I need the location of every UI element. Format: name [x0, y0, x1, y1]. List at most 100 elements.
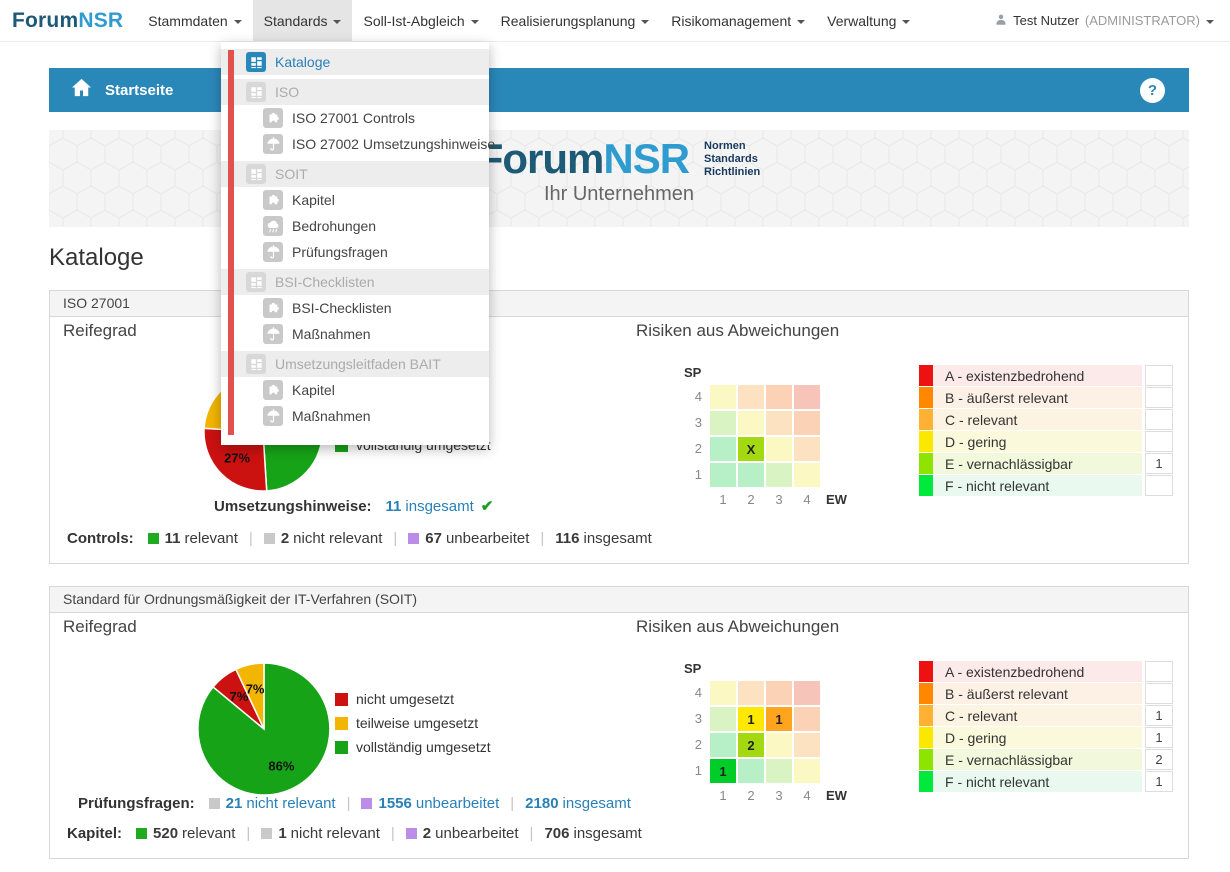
panel-soit: Standard für Ordnungsmäßigkeit der IT-Ve… — [49, 586, 1189, 859]
dropdown-item-prüfungsfragen[interactable]: Prüfungsfragen — [221, 239, 489, 265]
stat-label-text: relevant — [185, 530, 238, 547]
risk-matrix-mark: 1 — [719, 764, 726, 779]
chevron-down-icon — [1206, 20, 1214, 24]
dropdown-item-label: BSI-Checklisten — [292, 300, 392, 316]
company-name: Ihr Unternehmen — [544, 183, 694, 206]
stat-label-text[interactable]: nicht relevant — [246, 795, 335, 812]
puzzle-icon — [263, 108, 283, 128]
stat-number[interactable]: 1556 — [378, 795, 411, 812]
risk-class-count — [1145, 431, 1173, 452]
risk-matrix-mark: 1 — [747, 712, 754, 727]
matrix-col-label: 2 — [738, 492, 764, 507]
dropdown-item-iso-27002-umsetzungshinweise[interactable]: ISO 27002 Umsetzungshinweise — [221, 131, 489, 157]
banner-logo: ForumNSR — [478, 136, 689, 182]
separator: | — [510, 795, 514, 812]
startseite-link[interactable]: Startseite — [71, 78, 173, 102]
separator: | — [391, 825, 395, 842]
risk-class-row-b: B - äußerst relevant — [919, 683, 1173, 704]
risk-class-label: A - existenzbedrohend — [933, 365, 1142, 386]
dropdown-item-kapitel[interactable]: Kapitel — [221, 377, 489, 403]
risk-class-color-swatch — [919, 475, 933, 496]
matrix-row-label: 4 — [680, 385, 702, 409]
risk-class-color-swatch — [919, 365, 933, 386]
dropdown-item-bsi-checklisten[interactable]: BSI-Checklisten — [221, 295, 489, 321]
tagline-line: Standards — [704, 153, 760, 166]
raincloud-icon — [263, 216, 283, 236]
nav-item-label: Standards — [264, 13, 328, 29]
risk-matrix-cell-sp2-ew3 — [766, 733, 792, 757]
risk-class-color-swatch — [919, 683, 933, 704]
stat-label-text[interactable]: insgesamt — [405, 498, 473, 515]
dropdown-item-iso-27001-controls[interactable]: ISO 27001 Controls — [221, 105, 489, 131]
umbrella-icon — [263, 406, 283, 426]
stat-number[interactable]: 11 — [386, 498, 402, 515]
puzzle-icon — [263, 190, 283, 210]
dropdown-item-label: Kapitel — [292, 192, 335, 208]
risk-class-label: F - nicht relevant — [933, 475, 1142, 496]
stat-color-square — [361, 798, 372, 809]
matrix-col-label: 1 — [710, 492, 736, 507]
nav-item-standards[interactable]: Standards — [253, 0, 353, 41]
dropdown-item-label: Kataloge — [275, 54, 330, 70]
breadcrumb-bar: Startseite ? — [49, 68, 1189, 112]
maturity-legend-item-teilweise-umgesetzt: teilweise umgesetzt — [335, 711, 491, 735]
user-icon — [995, 13, 1007, 29]
chevron-down-icon — [641, 20, 649, 24]
catalog-icon — [246, 354, 266, 374]
stat-color-square — [264, 533, 275, 544]
matrix-row-label: 1 — [680, 759, 702, 783]
nav-item-label: Risikomanagement — [671, 13, 791, 29]
stat-label-text[interactable]: unbearbeitet — [416, 795, 499, 812]
nav-item-soll-ist-abgleich[interactable]: Soll-Ist-Abgleich — [352, 0, 489, 41]
user-menu[interactable]: Test Nutzer (ADMINISTRATOR) — [979, 0, 1230, 41]
risk-matrix-cell-sp3-ew3: 1 — [766, 707, 792, 731]
legend-label: nicht umgesetzt — [356, 691, 454, 707]
chevron-down-icon — [471, 20, 479, 24]
legend-color-swatch — [335, 693, 348, 706]
dropdown-item-maßnahmen[interactable]: Maßnahmen — [221, 321, 489, 347]
dropdown-item-kapitel[interactable]: Kapitel — [221, 187, 489, 213]
nav-item-risikomanagement[interactable]: Risikomanagement — [660, 0, 816, 41]
stat-label-text: nicht relevant — [293, 530, 382, 547]
user-name: Test Nutzer — [1013, 13, 1079, 28]
risk-class-row-d: D - gering1 — [919, 727, 1173, 748]
separator: | — [540, 530, 544, 547]
stat-label-text: unbearbeitet — [446, 530, 529, 547]
catalog-icon — [246, 164, 266, 184]
nav-item-label: Realisierungsplanung — [501, 13, 636, 29]
nav-item-verwaltung[interactable]: Verwaltung — [816, 0, 921, 41]
stat-label-text[interactable]: insgesamt — [563, 795, 631, 812]
stat-color-square — [261, 828, 272, 839]
nav-item-label: Stammdaten — [148, 13, 227, 29]
legend-label: teilweise umgesetzt — [356, 715, 478, 731]
dropdown-item-label: SOIT — [275, 166, 308, 182]
help-button[interactable]: ? — [1140, 78, 1165, 103]
dropdown-item-maßnahmen[interactable]: Maßnahmen — [221, 403, 489, 429]
risk-class-color-swatch — [919, 749, 933, 770]
nav-item-realisierungsplanung[interactable]: Realisierungsplanung — [490, 0, 661, 41]
umbrella-icon — [263, 324, 283, 344]
risk-section-title: Risiken aus Abweichungen — [636, 321, 839, 341]
risk-matrix: SP432X11234EW — [680, 365, 915, 515]
stat-number[interactable]: 2180 — [525, 795, 558, 812]
banner-tagline: Normen Standards Richtlinien — [704, 140, 760, 179]
stat-row-label: Umsetzungshinweise: — [214, 498, 372, 515]
risk-matrix-cell-sp2-ew2: 2 — [738, 733, 764, 757]
risk-class-count — [1145, 409, 1173, 430]
stat-number[interactable]: 21 — [226, 795, 243, 812]
risk-matrix-cell-sp4-ew2 — [738, 385, 764, 409]
risk-class-color-swatch — [919, 771, 933, 792]
dropdown-item-label: ISO 27001 Controls — [292, 110, 415, 126]
kapitel-stats-row: Kapitel: 520relevant|1nicht relevant|2un… — [67, 825, 642, 842]
banner-content: ForumNSR Normen Standards Richtlinien Ih… — [49, 130, 1189, 206]
nav-item-stammdaten[interactable]: Stammdaten — [137, 0, 252, 41]
dropdown-item-label: BSI-Checklisten — [275, 274, 375, 290]
checkmark-icon: ✔ — [481, 497, 494, 515]
dropdown-item-bedrohungen[interactable]: Bedrohungen — [221, 213, 489, 239]
risk-class-count — [1145, 365, 1173, 386]
app-logo-part1: Forum — [12, 9, 78, 32]
app-logo[interactable]: ForumNSR — [0, 0, 137, 41]
dropdown-item-kataloge[interactable]: Kataloge — [221, 49, 489, 75]
risk-class-color-swatch — [919, 705, 933, 726]
matrix-row-label: 4 — [680, 681, 702, 705]
